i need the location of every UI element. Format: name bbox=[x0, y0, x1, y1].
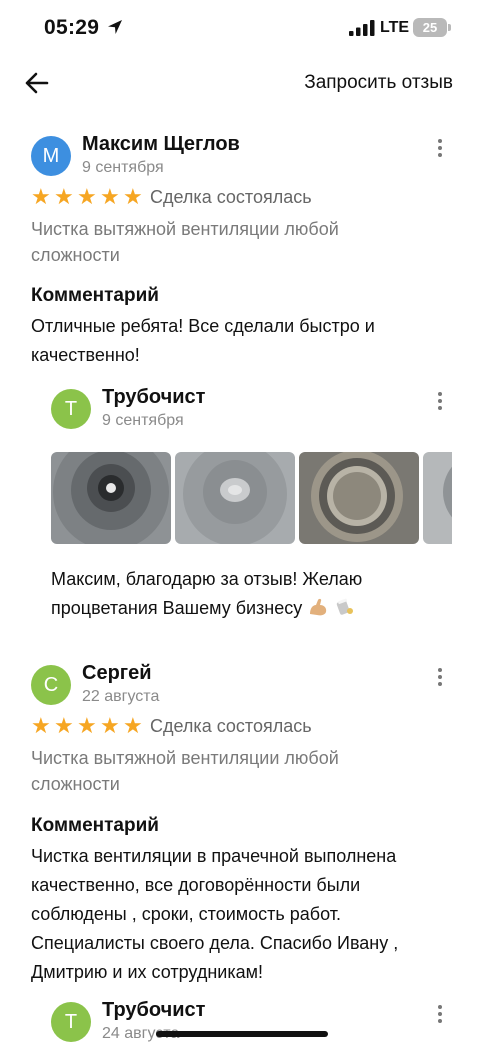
status-bar: 05:29 LTE 25 bbox=[0, 0, 484, 58]
comment-text: Отличные ребята! Все сделали быстро и ка… bbox=[31, 316, 375, 365]
home-indicator[interactable] bbox=[156, 1031, 328, 1037]
star-icon: ★ bbox=[123, 184, 143, 209]
star-icon: ★ bbox=[100, 184, 120, 209]
review-date: 9 сентября bbox=[82, 159, 164, 176]
network-type: LTE bbox=[380, 19, 410, 36]
duct-photo-image bbox=[51, 452, 171, 544]
review-author: Сергей bbox=[82, 662, 152, 684]
photo-duct-2[interactable] bbox=[175, 452, 295, 544]
star-icon: ★ bbox=[31, 713, 51, 738]
rating-stars: ★ ★ ★ ★ ★ Сделка состоялась bbox=[31, 714, 312, 738]
duct-photo-image bbox=[175, 452, 295, 544]
beer-mug-clink-icon bbox=[337, 598, 354, 615]
star-icon: ★ bbox=[77, 184, 97, 209]
battery-tip bbox=[448, 24, 451, 31]
photo-duct-3[interactable] bbox=[299, 452, 419, 544]
location-arrow-icon bbox=[108, 20, 122, 34]
deal-status: Сделка состоялась bbox=[150, 186, 312, 207]
review-author: Максим Щеглов bbox=[82, 133, 240, 155]
avatar: М bbox=[31, 136, 71, 176]
nav-bar: Запросить отзыв bbox=[0, 58, 484, 108]
review-date: 22 августа bbox=[82, 688, 160, 705]
comment-title: Комментарий bbox=[31, 285, 159, 306]
reply-avatar: Т bbox=[51, 389, 91, 429]
service-name: Чистка вытяжной вентиляции любой сложнос… bbox=[31, 219, 339, 265]
more-vertical-icon[interactable] bbox=[430, 1002, 450, 1026]
photo-duct-1[interactable] bbox=[51, 452, 171, 544]
more-vertical-icon[interactable] bbox=[430, 389, 450, 413]
star-icon: ★ bbox=[123, 713, 143, 738]
avatar: С bbox=[31, 665, 71, 705]
reply-avatar: Т bbox=[51, 1002, 91, 1042]
back-arrow-icon[interactable] bbox=[22, 68, 52, 98]
status-time: 05:29 bbox=[44, 16, 100, 39]
deal-status: Сделка состоялась bbox=[150, 715, 312, 736]
comment-text: Чистка вентиляции в прачечной выполнена … bbox=[31, 846, 399, 982]
photo-duct-4[interactable] bbox=[423, 452, 452, 544]
request-review-button[interactable]: Запросить отзыв bbox=[304, 72, 453, 94]
star-icon: ★ bbox=[54, 713, 74, 738]
service-name: Чистка вытяжной вентиляции любой сложнос… bbox=[31, 748, 339, 794]
reply-text: Максим, благодарю за отзыв! Желаю процве… bbox=[51, 565, 451, 623]
duct-photo-image bbox=[299, 452, 419, 544]
reply-author: Трубочист bbox=[102, 999, 206, 1021]
star-icon: ★ bbox=[54, 184, 74, 209]
reply-author: Трубочист bbox=[102, 386, 206, 408]
reply-photo-gallery[interactable] bbox=[51, 452, 452, 544]
star-icon: ★ bbox=[77, 713, 97, 738]
rating-stars: ★ ★ ★ ★ ★ Сделка состоялась bbox=[31, 185, 312, 209]
flexed-biceps-icon bbox=[310, 598, 327, 616]
comment-title: Комментарий bbox=[31, 815, 159, 836]
duct-photo-image bbox=[423, 452, 452, 544]
more-vertical-icon[interactable] bbox=[430, 665, 450, 689]
star-icon: ★ bbox=[31, 184, 51, 209]
more-vertical-icon[interactable] bbox=[430, 136, 450, 160]
cellular-signal-icon bbox=[349, 20, 375, 36]
star-icon: ★ bbox=[100, 713, 120, 738]
reply-date: 9 сентября bbox=[102, 412, 184, 429]
battery-icon: 25 bbox=[413, 18, 447, 37]
